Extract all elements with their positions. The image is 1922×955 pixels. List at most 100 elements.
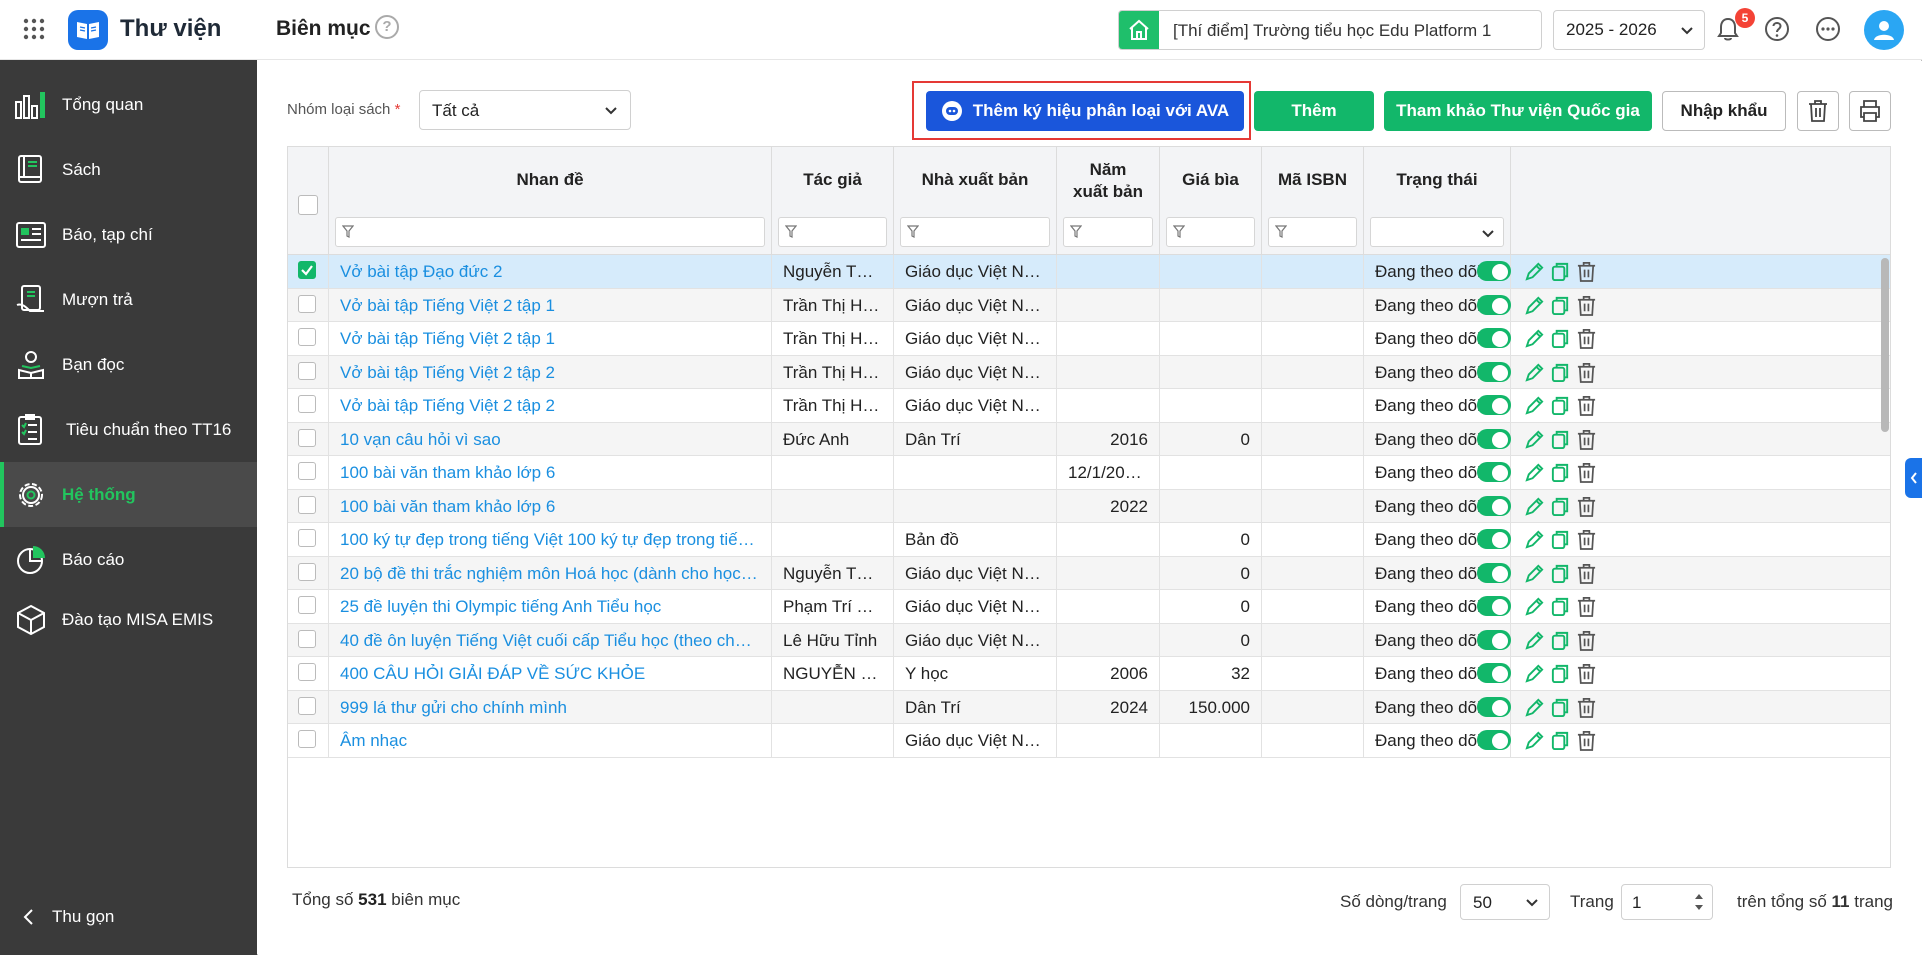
- tracking-toggle[interactable]: [1477, 294, 1511, 315]
- publisher-filter-input[interactable]: [900, 217, 1050, 247]
- row-checkbox[interactable]: [298, 361, 316, 380]
- edit-icon[interactable]: [1524, 395, 1545, 416]
- edit-icon[interactable]: [1524, 529, 1545, 550]
- delete-icon[interactable]: [1576, 261, 1597, 282]
- tracking-toggle[interactable]: [1477, 395, 1511, 415]
- title-cell[interactable]: Vở bài tập Tiếng Việt 2 tập 2: [329, 389, 772, 423]
- title-cell[interactable]: Âm nhạc: [329, 724, 772, 758]
- table-row[interactable]: 20 bộ đề thi trắc nghiệm môn Hoá học (dà…: [288, 556, 1890, 590]
- school-selector[interactable]: [Thí điểm] Trường tiểu học Edu Platform …: [1118, 10, 1542, 50]
- sidebar-item-newspapers[interactable]: Báo, tạp chí: [0, 202, 257, 267]
- tracking-toggle[interactable]: [1477, 361, 1511, 382]
- duplicate-icon[interactable]: [1550, 362, 1571, 383]
- row-checkbox[interactable]: [298, 696, 316, 715]
- print-button[interactable]: [1849, 91, 1891, 131]
- tracking-toggle[interactable]: [1477, 495, 1511, 516]
- duplicate-icon[interactable]: [1550, 730, 1571, 751]
- row-checkbox[interactable]: [298, 261, 316, 279]
- tracking-toggle[interactable]: [1477, 663, 1511, 683]
- duplicate-icon[interactable]: [1550, 563, 1571, 584]
- edit-icon[interactable]: [1524, 295, 1545, 316]
- table-row[interactable]: 999 lá thư gửi cho chính mình Dân Trí 2024…: [288, 690, 1890, 724]
- delete-icon[interactable]: [1576, 697, 1597, 718]
- add-button[interactable]: Thêm: [1254, 91, 1374, 131]
- table-row[interactable]: 25 đề luyện thi Olympic tiếng Anh Tiểu h…: [288, 590, 1890, 624]
- rows-per-page-select[interactable]: 50: [1460, 884, 1550, 920]
- delete-icon[interactable]: [1576, 596, 1597, 617]
- table-row[interactable]: Vở bài tập Tiếng Việt 2 tập 2 Trần Thị Hi…: [288, 355, 1890, 389]
- select-all-checkbox[interactable]: [298, 195, 318, 215]
- author-filter-input[interactable]: [778, 217, 887, 247]
- edit-icon[interactable]: [1524, 261, 1545, 282]
- delete-icon[interactable]: [1576, 663, 1597, 684]
- sidebar-item-overview[interactable]: Tổng quan: [0, 72, 257, 137]
- year-filter-input[interactable]: [1063, 217, 1153, 247]
- status-filter-select[interactable]: [1370, 217, 1504, 247]
- delete-icon[interactable]: [1576, 462, 1597, 483]
- row-checkbox[interactable]: [298, 596, 316, 614]
- row-checkbox[interactable]: [298, 428, 316, 447]
- user-avatar[interactable]: [1864, 10, 1904, 50]
- duplicate-icon[interactable]: [1550, 596, 1571, 617]
- table-row[interactable]: 10 vạn câu hỏi vì sao Đức Anh Dân Trí 2016 0…: [288, 422, 1890, 456]
- title-cell[interactable]: 40 đề ôn luyện Tiếng Việt cuối cấp Tiểu …: [329, 623, 772, 657]
- table-row[interactable]: Vở bài tập Tiếng Việt 2 tập 2 Trần Thị Hi…: [288, 389, 1890, 423]
- table-row[interactable]: 40 đề ôn luyện Tiếng Việt cuối cấp Tiểu …: [288, 623, 1890, 657]
- more-options-icon[interactable]: [1813, 14, 1843, 44]
- tracking-toggle[interactable]: [1477, 428, 1511, 449]
- sidebar-item-readers[interactable]: Bạn đọc: [0, 332, 257, 397]
- row-checkbox[interactable]: [298, 663, 316, 681]
- duplicate-icon[interactable]: [1550, 529, 1571, 550]
- national-library-button[interactable]: Tham khảo Thư viện Quốc gia: [1384, 91, 1652, 131]
- duplicate-icon[interactable]: [1550, 697, 1571, 718]
- tracking-toggle[interactable]: [1477, 328, 1511, 348]
- title-cell[interactable]: 100 ký tự đẹp trong tiếng Việt 100 ký tự…: [329, 523, 772, 557]
- book-group-select[interactable]: Tất cả: [419, 90, 631, 130]
- table-row[interactable]: Âm nhạc Giáo dục Việt Nam Đang theo dõi: [288, 724, 1890, 758]
- duplicate-icon[interactable]: [1550, 395, 1571, 416]
- edit-icon[interactable]: [1524, 563, 1545, 584]
- title-cell[interactable]: 20 bộ đề thi trắc nghiệm môn Hoá học (dà…: [329, 556, 772, 590]
- title-cell[interactable]: 25 đề luyện thi Olympic tiếng Anh Tiểu h…: [329, 590, 772, 624]
- edit-icon[interactable]: [1524, 328, 1545, 349]
- title-cell[interactable]: 400 CÂU HỎI GIẢI ĐÁP VỀ SỨC KHỎE: [329, 657, 772, 691]
- tracking-toggle[interactable]: [1477, 462, 1511, 482]
- title-cell[interactable]: 10 vạn câu hỏi vì sao: [329, 422, 772, 456]
- duplicate-icon[interactable]: [1550, 328, 1571, 349]
- edit-icon[interactable]: [1524, 630, 1545, 651]
- add-classification-ava-button[interactable]: Thêm ký hiệu phân loại với AVA: [926, 91, 1244, 131]
- tracking-toggle[interactable]: [1477, 730, 1511, 750]
- title-filter-input[interactable]: [335, 217, 765, 247]
- sidebar-item-books[interactable]: Sách: [0, 137, 257, 202]
- delete-icon[interactable]: [1576, 496, 1597, 517]
- delete-icon[interactable]: [1576, 730, 1597, 751]
- sidebar-item-system[interactable]: Hệ thống: [0, 462, 257, 527]
- delete-icon[interactable]: [1576, 529, 1597, 550]
- delete-icon[interactable]: [1576, 429, 1597, 450]
- row-checkbox[interactable]: [298, 462, 316, 480]
- table-scrollbar[interactable]: [1880, 254, 1890, 864]
- sidebar-item-tt16-standards[interactable]: Tiêu chuẩn theo TT16: [0, 397, 257, 462]
- price-filter-input[interactable]: [1166, 217, 1255, 247]
- delete-icon[interactable]: [1576, 328, 1597, 349]
- app-grid-icon[interactable]: [22, 17, 46, 41]
- tracking-toggle[interactable]: [1477, 629, 1511, 650]
- duplicate-icon[interactable]: [1550, 295, 1571, 316]
- table-row[interactable]: 100 bài văn tham khảo lớp 6 12/1/2024 1..…: [288, 456, 1890, 490]
- tracking-toggle[interactable]: [1477, 562, 1511, 583]
- table-row[interactable]: Vở bài tập Tiếng Việt 2 tập 1 Trần Thị Hi…: [288, 322, 1890, 356]
- title-cell[interactable]: Vở bài tập Tiếng Việt 2 tập 1: [329, 322, 772, 356]
- duplicate-icon[interactable]: [1550, 261, 1571, 282]
- delete-icon[interactable]: [1576, 395, 1597, 416]
- table-row[interactable]: Vở bài tập Đạo đức 2 Nguyễn Thị To... Giáo…: [288, 255, 1890, 289]
- edit-icon[interactable]: [1524, 462, 1545, 483]
- help-icon[interactable]: [1762, 14, 1792, 44]
- edit-icon[interactable]: [1524, 596, 1545, 617]
- title-cell[interactable]: 999 lá thư gửi cho chính mình: [329, 690, 772, 724]
- page-help-icon[interactable]: ?: [375, 15, 399, 39]
- delete-selected-button[interactable]: [1797, 91, 1839, 131]
- import-button[interactable]: Nhập khẩu: [1662, 91, 1786, 131]
- collapse-sidebar-button[interactable]: Thu gọn: [22, 907, 114, 927]
- duplicate-icon[interactable]: [1550, 663, 1571, 684]
- table-row[interactable]: 100 ký tự đẹp trong tiếng Việt 100 ký tự…: [288, 523, 1890, 557]
